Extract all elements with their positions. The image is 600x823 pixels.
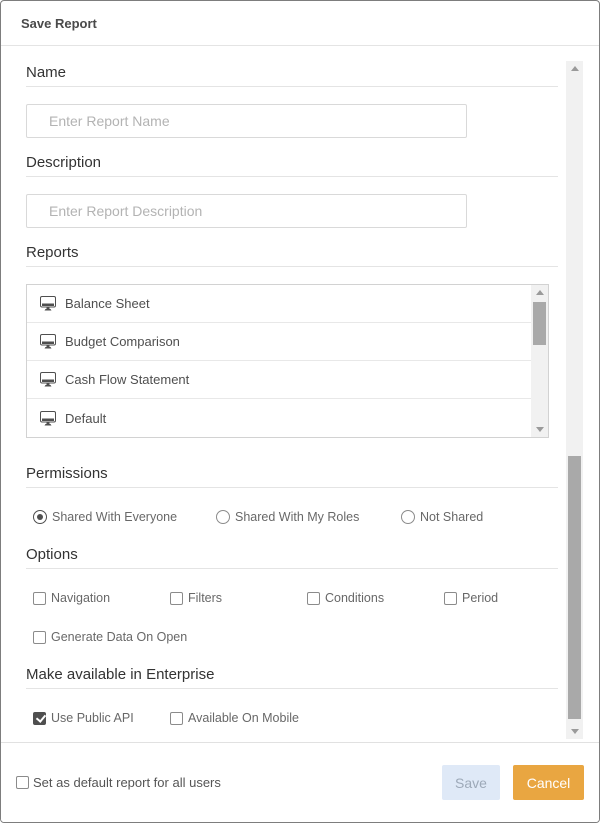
- monitor-icon: [40, 372, 56, 387]
- dialog-header: Save Report: [1, 1, 599, 46]
- dialog-body: Name Description Reports Balance Sheet: [1, 47, 599, 741]
- radio-shared-with-everyone[interactable]: Shared With Everyone: [33, 510, 216, 524]
- checkbox-icon: [170, 712, 183, 725]
- monitor-icon: [40, 334, 56, 349]
- report-list-item-label: Balance Sheet: [65, 296, 150, 311]
- report-name-input[interactable]: [26, 104, 467, 138]
- checkbox-icon: [33, 712, 46, 725]
- name-section-label: Name: [26, 65, 558, 87]
- triangle-down-icon[interactable]: [566, 724, 583, 739]
- checkbox-icon: [170, 592, 183, 605]
- monitor-icon: [40, 411, 56, 426]
- reports-listbox: Balance Sheet Budget Comparison Cash Flo…: [26, 284, 549, 438]
- checkbox-set-as-default[interactable]: Set as default report for all users: [16, 775, 221, 790]
- triangle-down-icon[interactable]: [531, 422, 548, 437]
- save-button[interactable]: Save: [442, 765, 500, 800]
- checkbox-icon: [33, 631, 46, 644]
- checkbox-icon: [33, 592, 46, 605]
- radio-icon: [33, 510, 47, 524]
- dialog-scrollbar[interactable]: [566, 61, 583, 739]
- report-description-input[interactable]: [26, 194, 467, 228]
- report-list-item[interactable]: Budget Comparison: [27, 323, 531, 361]
- report-list-item-label: Cash Flow Statement: [65, 372, 189, 387]
- cancel-button[interactable]: Cancel: [513, 765, 584, 800]
- checkbox-icon: [307, 592, 320, 605]
- reports-list-scrollbar[interactable]: [531, 285, 548, 437]
- permissions-section-label: Permissions: [26, 466, 558, 488]
- report-list-item-label: Default: [65, 411, 106, 426]
- radio-icon: [401, 510, 415, 524]
- triangle-up-icon[interactable]: [566, 61, 583, 76]
- checkbox-conditions[interactable]: Conditions: [307, 591, 444, 605]
- checkbox-icon: [444, 592, 457, 605]
- options-checkbox-row-1: Navigation Filters Conditions Period: [26, 590, 558, 606]
- checkbox-icon: [16, 776, 29, 789]
- report-list-item[interactable]: Balance Sheet: [27, 285, 531, 323]
- description-section-label: Description: [26, 155, 558, 177]
- monitor-icon: [40, 296, 56, 311]
- triangle-up-icon[interactable]: [531, 285, 548, 300]
- report-list-item-label: Budget Comparison: [65, 334, 180, 349]
- report-list-item[interactable]: Default: [27, 399, 531, 437]
- permissions-radio-group: Shared With Everyone Shared With My Role…: [26, 509, 558, 525]
- enterprise-checkbox-row: Use Public API Available On Mobile: [26, 710, 558, 726]
- dialog-title: Save Report: [21, 16, 97, 31]
- checkbox-available-on-mobile[interactable]: Available On Mobile: [170, 711, 299, 725]
- checkbox-use-public-api[interactable]: Use Public API: [33, 711, 170, 725]
- report-list-item[interactable]: Cash Flow Statement: [27, 361, 531, 399]
- checkbox-period[interactable]: Period: [444, 591, 498, 605]
- reports-scrollbar-thumb[interactable]: [533, 302, 546, 345]
- options-checkbox-row-2: Generate Data On Open: [26, 629, 558, 645]
- radio-icon: [216, 510, 230, 524]
- enterprise-section-label: Make available in Enterprise: [26, 667, 558, 689]
- reports-section-label: Reports: [26, 245, 558, 267]
- options-section-label: Options: [26, 547, 558, 569]
- save-report-dialog: Save Report Name Description Reports Bal…: [0, 0, 600, 823]
- dialog-footer: Set as default report for all users Save…: [1, 742, 599, 822]
- dialog-scrollbar-thumb[interactable]: [568, 456, 581, 719]
- checkbox-navigation[interactable]: Navigation: [33, 591, 170, 605]
- checkbox-filters[interactable]: Filters: [170, 591, 307, 605]
- radio-not-shared[interactable]: Not Shared: [401, 510, 483, 524]
- radio-shared-with-my-roles[interactable]: Shared With My Roles: [216, 510, 401, 524]
- checkbox-generate-data-on-open[interactable]: Generate Data On Open: [33, 630, 187, 644]
